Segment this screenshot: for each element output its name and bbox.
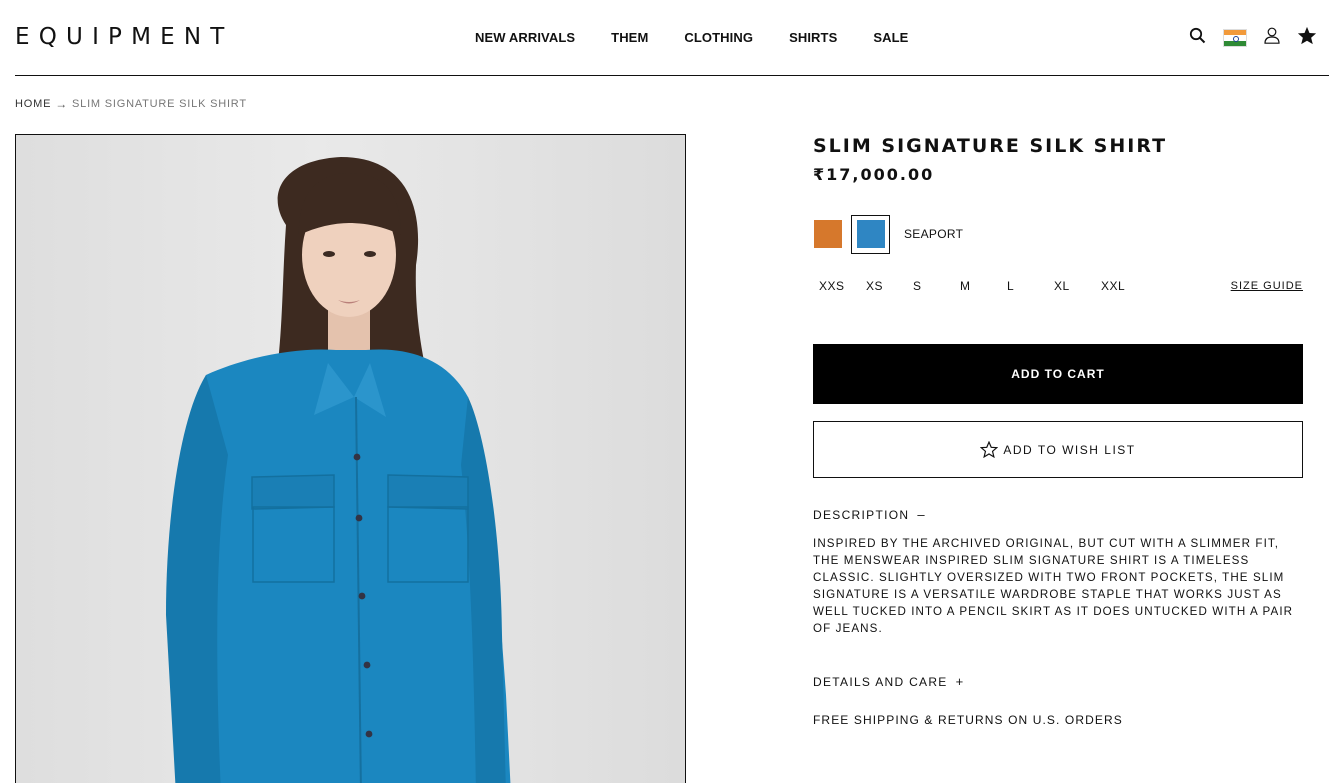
selected-color-name: SEAPORT [904, 227, 964, 241]
swatch-orange[interactable] [808, 215, 847, 254]
nav-them[interactable]: THEM [611, 30, 648, 46]
color-swatches: SEAPORT [813, 214, 1303, 254]
add-to-wishlist-button[interactable]: ADD TO WISH LIST [813, 421, 1303, 478]
collapse-icon[interactable]: – [917, 507, 926, 522]
size-option[interactable]: M [954, 279, 1001, 293]
nav-shirts[interactable]: SHIRTS [789, 30, 837, 46]
size-selector: XXS XS S M L XL XXL SIZE GUIDE [813, 279, 1303, 293]
swatch-seaport-chip [856, 220, 885, 248]
brand-logo[interactable]: EQUIPMENT [15, 24, 234, 50]
product-title: SLIM SIGNATURE SILK SHIRT [813, 135, 1168, 157]
star-outline-icon [980, 441, 999, 458]
account-icon[interactable] [1264, 27, 1280, 49]
breadcrumb-home[interactable]: HOME [15, 98, 51, 110]
expand-icon[interactable]: + [956, 674, 965, 689]
header-icons [1172, 26, 1317, 50]
size-guide-link[interactable]: SIZE GUIDE [1231, 280, 1303, 292]
size-option[interactable]: XL [1048, 279, 1095, 293]
product-price: ₹17,000.00 [813, 165, 935, 184]
description-text: INSPIRED BY THE ARCHIVED ORIGINAL, BUT C… [813, 537, 1294, 635]
description-label: DESCRIPTION [813, 507, 910, 522]
shipping-note: FREE SHIPPING & RETURNS ON U.S. ORDERS [813, 713, 1123, 727]
details-accordion-header[interactable]: DETAILS AND CARE + [813, 674, 1303, 689]
search-icon[interactable] [1189, 27, 1206, 49]
nav-new-arrivals[interactable]: NEW ARRIVALS [475, 30, 575, 46]
site-header: EQUIPMENT NEW ARRIVALS THEM CLOTHING SHI… [15, 0, 1329, 76]
description-accordion-header[interactable]: DESCRIPTION – [813, 507, 1303, 522]
nav-sale[interactable]: SALE [873, 30, 908, 46]
add-to-cart-button[interactable]: ADD TO CART [813, 344, 1303, 404]
swatch-seaport[interactable] [851, 214, 890, 254]
add-to-wishlist-label: ADD TO WISH LIST [1003, 442, 1136, 457]
model-photo [166, 157, 511, 783]
wishlist-star-icon[interactable] [1297, 26, 1317, 50]
nav-clothing[interactable]: CLOTHING [684, 30, 753, 46]
size-option[interactable]: S [907, 279, 954, 293]
india-flag-icon[interactable] [1223, 29, 1247, 47]
product-image[interactable] [15, 134, 686, 783]
size-option[interactable]: L [1001, 279, 1048, 293]
size-option[interactable]: XXS [813, 279, 860, 293]
size-option[interactable]: XXL [1095, 279, 1142, 293]
breadcrumb-current: SLIM SIGNATURE SILK SHIRT [72, 98, 247, 110]
arrow-right-icon: → [55, 97, 69, 111]
product-details: SLIM SIGNATURE SILK SHIRT ₹17,000.00 SEA… [813, 134, 1303, 727]
breadcrumb: HOME → SLIM SIGNATURE SILK SHIRT [15, 97, 247, 111]
main-nav: NEW ARRIVALS THEM CLOTHING SHIRTS SALE [475, 30, 908, 46]
details-label: DETAILS AND CARE [813, 674, 948, 689]
size-option[interactable]: XS [860, 279, 907, 293]
swatch-orange-chip [813, 220, 842, 248]
